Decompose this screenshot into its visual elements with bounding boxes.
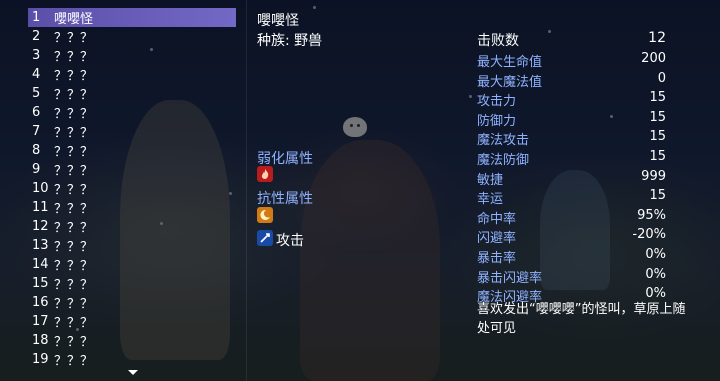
resistance-label: 抗性属性 [257,191,313,207]
monster-index: 9 [32,162,41,177]
stat-value: 15 [649,90,666,105]
monster-index: 10 [32,181,49,196]
stat-value: 200 [641,51,666,66]
monster-list-item[interactable]: 14 ？？？ [28,255,236,274]
monster-list-name: ？？？ [54,240,94,255]
stat-value: 0% [645,286,666,301]
stat-value: 15 [649,188,666,203]
monster-list-name: ？？？ [54,354,94,369]
monster-list-item[interactable]: 17 ？？？ [28,312,236,331]
kill-count-value: 12 [648,30,666,46]
monster-list-name: ？？？ [54,126,94,141]
monster-list-item[interactable]: 7 ？？？ [28,122,236,141]
attack-label: 攻击 [276,233,304,249]
monster-list-item[interactable]: 3 ？？？ [28,46,236,65]
monster-list-item[interactable]: 2 ？？？ [28,27,236,46]
monster-name: 嚶嚶怪 [257,13,299,29]
monster-race: 种族: 野兽 [257,33,323,49]
monster-index: 11 [32,200,49,215]
monster-list-item[interactable]: 6 ？？？ [28,103,236,122]
monster-index: 16 [32,295,49,310]
monster-index: 5 [32,86,41,101]
monster-index: 3 [32,48,41,63]
stat-label: 暴击率 [477,251,517,266]
stat-label: 最大魔法值 [477,75,543,90]
monster-list-name: ？？？ [54,145,94,160]
stat-label: 敏捷 [477,173,504,188]
monster-list-panel: 1 嚶嚶怪 2 ？？？ 3 ？？？ 4 ？？？ 5 ？？？ 6 ？？？ 7 ？？？ 8 ？？？ 9 ？？？ 10 ？？… [0,0,247,381]
monster-list-item[interactable]: 19 ？？？ [28,350,236,369]
stat-label: 闪避率 [477,231,517,246]
monster-list-item[interactable]: 18 ？？？ [28,331,236,350]
monster-list-name: ？？？ [54,259,94,274]
stat-value: 0 [657,71,666,86]
monster-index: 2 [32,29,41,44]
weakness-label: 弱化属性 [257,151,313,167]
monster-list-item[interactable]: 8 ？？？ [28,141,236,160]
stat-label: 魔法攻击 [477,133,530,148]
stat-value: 0% [645,247,666,262]
stat-label: 暴击闪避率 [477,271,543,286]
monster-index: 14 [32,257,49,272]
stat-label: 防御力 [477,114,517,129]
monster-list-name: 嚶嚶怪 [54,12,94,27]
monster-index: 8 [32,143,41,158]
monster-list-name: ？？？ [54,107,94,122]
monster-index: 13 [32,238,49,253]
monster-list-item[interactable]: 9 ？？？ [28,160,236,179]
scroll-down-arrow-icon[interactable] [128,370,138,375]
monster-list-item[interactable]: 16 ？？？ [28,293,236,312]
monster-list: 1 嚶嚶怪 2 ？？？ 3 ？？？ 4 ？？？ 5 ？？？ 6 ？？？ 7 ？？？ 8 ？？？ 9 ？？？ 10 ？？… [28,8,236,369]
monster-list-item[interactable]: 10 ？？？ [28,179,236,198]
physical-attack-icon [257,230,273,246]
monster-index: 15 [32,276,49,291]
stat-label: 命中率 [477,212,517,227]
monster-list-item[interactable]: 13 ？？？ [28,236,236,255]
stat-value: 15 [649,149,666,164]
monster-list-name: ？？？ [54,183,94,198]
monster-index: 19 [32,352,49,367]
stat-value: 999 [641,169,666,184]
fire-icon [257,166,273,182]
monster-list-item[interactable]: 11 ？？？ [28,198,236,217]
monster-list-name: ？？？ [54,221,94,236]
monster-list-name: ？？？ [54,164,94,179]
monster-list-name: ？？？ [54,297,94,312]
light-crescent-icon [257,207,273,223]
monster-list-item[interactable]: 4 ？？？ [28,65,236,84]
monster-index: 7 [32,124,41,139]
stat-label: 幸运 [477,192,504,207]
monster-index: 4 [32,67,41,82]
monster-index: 17 [32,314,49,329]
stat-value: 15 [649,110,666,125]
stat-label: 最大生命值 [477,55,543,70]
stat-value: 0% [645,267,666,282]
stat-value: 15 [649,129,666,144]
monster-list-name: ？？？ [54,202,94,217]
monster-list-name: ？？？ [54,50,94,65]
stat-value: 95% [637,208,666,223]
monster-list-name: ？？？ [54,31,94,46]
monster-index: 1 [32,10,41,25]
monster-list-item[interactable]: 5 ？？？ [28,84,236,103]
monster-index: 6 [32,105,41,120]
kill-count-label: 击败数 [477,33,519,49]
monster-index: 12 [32,219,49,234]
monster-list-item[interactable]: 12 ？？？ [28,217,236,236]
stat-label: 攻击力 [477,94,517,109]
stat-value: -20% [632,227,666,242]
monster-list-name: ？？？ [54,278,94,293]
monster-list-name: ？？？ [54,316,94,331]
monster-list-name: ？？？ [54,69,94,84]
monster-description: 喜欢发出“嚶嚶嚶”的怪叫，草原上随处可见 [477,302,686,336]
monster-list-name: ？？？ [54,88,94,103]
monster-list-item[interactable]: 15 ？？？ [28,274,236,293]
monster-index: 18 [32,333,49,348]
stat-label: 魔法防御 [477,153,530,168]
monster-list-name: ？？？ [54,335,94,350]
monster-list-item[interactable]: 1 嚶嚶怪 [28,8,236,27]
